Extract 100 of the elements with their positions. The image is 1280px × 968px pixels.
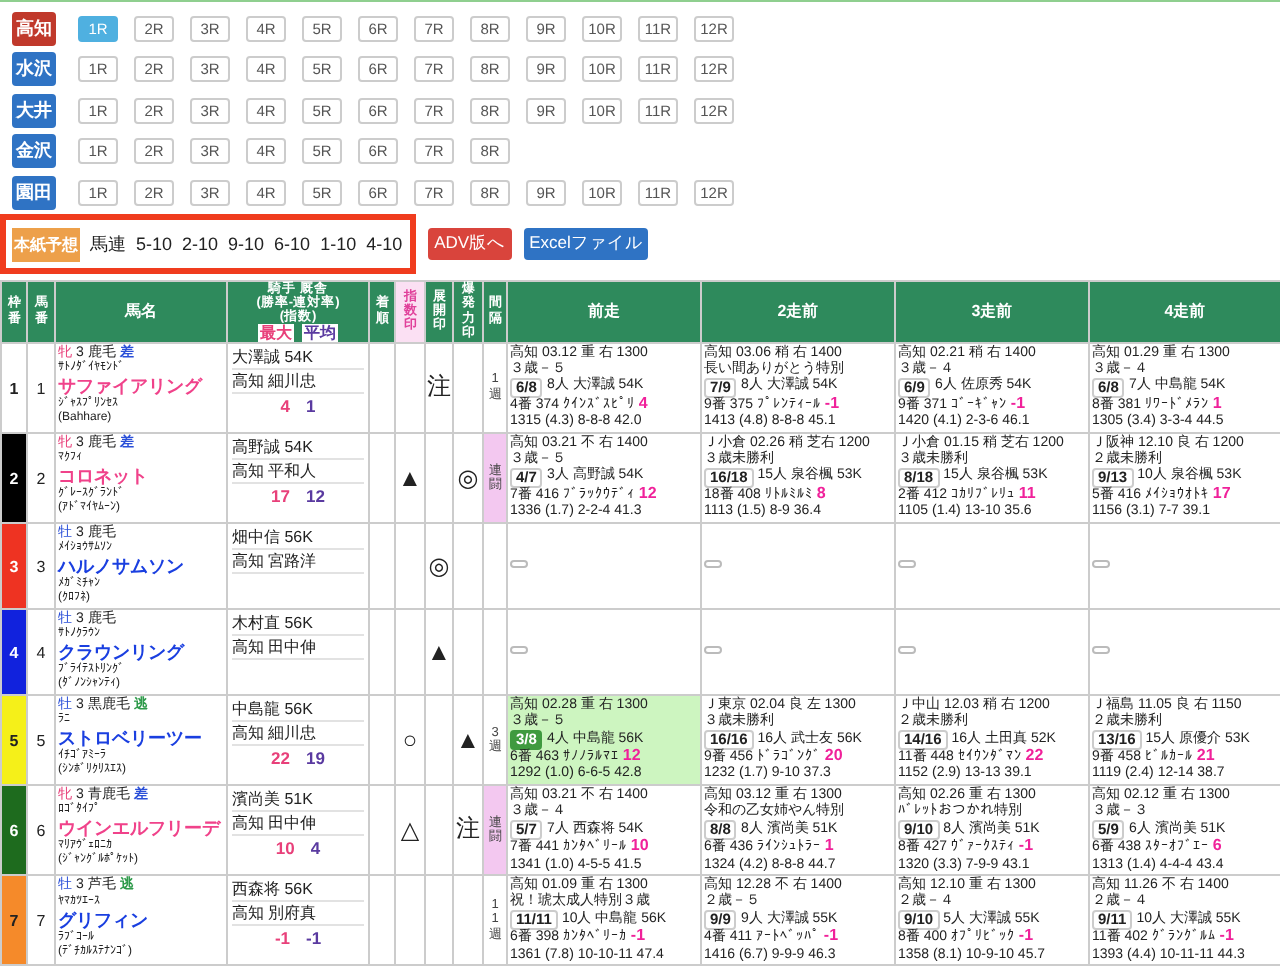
bet-combination: 2-10 bbox=[182, 234, 219, 254]
horse-name[interactable]: ハルノサムソン bbox=[58, 556, 224, 579]
frame-number: 1 bbox=[1, 342, 27, 433]
index-value: -1 bbox=[824, 393, 840, 412]
legend-label: 平均 bbox=[302, 323, 338, 341]
max-index: 17 bbox=[271, 483, 290, 508]
max-index: 22 bbox=[271, 745, 290, 770]
column-header: 4走前 bbox=[1089, 280, 1280, 342]
index-value: 4 bbox=[638, 393, 648, 412]
prediction-mark: ▲ bbox=[427, 637, 451, 666]
trainer-name: 高知 田中伸 bbox=[232, 811, 364, 836]
index-value: 12 bbox=[638, 483, 657, 502]
venue-tab[interactable]: 大井 bbox=[12, 93, 56, 128]
horse-name[interactable]: コロネット bbox=[58, 466, 224, 489]
index-value: 10 bbox=[630, 836, 649, 855]
venue-tab[interactable]: 水沢 bbox=[12, 52, 56, 87]
bet-combination: 6-10 bbox=[274, 234, 311, 254]
prediction-mark: 注 bbox=[427, 372, 451, 401]
jockey-weight: 高野誠 54K bbox=[232, 435, 364, 460]
horse-number: 3 bbox=[27, 522, 55, 609]
bet-combination: 4-10 bbox=[366, 234, 403, 254]
horse-number: 6 bbox=[27, 784, 55, 875]
bet-type: 馬連 bbox=[90, 231, 126, 257]
average-index: 19 bbox=[306, 745, 325, 770]
prediction-label: 本紙予想 bbox=[12, 227, 80, 261]
max-index: 10 bbox=[275, 835, 295, 860]
index-value: -1 bbox=[1018, 926, 1034, 945]
average-index: -1 bbox=[306, 926, 322, 950]
frame-number: 5 bbox=[1, 694, 27, 785]
average-index: 4 bbox=[310, 835, 321, 860]
horse-number: 7 bbox=[27, 875, 55, 966]
jockey-weight: 西森将 56K bbox=[232, 878, 364, 902]
trainer-name: 高知 別府真 bbox=[232, 902, 364, 926]
trainer-name: 高知 平和人 bbox=[232, 459, 364, 484]
trainer-name: 高知 細川忠 bbox=[232, 721, 364, 746]
bet-combination: 1-10 bbox=[320, 234, 357, 254]
frame-number: 3 bbox=[1, 522, 27, 609]
average-index: 1 bbox=[306, 393, 316, 417]
pill-icon bbox=[510, 646, 528, 655]
horse-number: 2 bbox=[27, 432, 55, 523]
column-header: 3走前 bbox=[895, 280, 1089, 342]
index-value: -1 bbox=[1010, 393, 1026, 412]
horse-number: 5 bbox=[27, 694, 55, 785]
pill-icon bbox=[898, 560, 916, 569]
link-button[interactable]: ADV版へ bbox=[428, 228, 512, 260]
index-value: -1 bbox=[1018, 836, 1034, 855]
trainer-name: 高知 細川忠 bbox=[232, 369, 364, 393]
prediction-mark: ◎ bbox=[457, 463, 479, 492]
index-value: 12 bbox=[622, 746, 641, 765]
pill-icon bbox=[704, 560, 722, 569]
horse-name[interactable]: ウインエルフリーデ bbox=[58, 818, 224, 841]
horse-name[interactable]: クラウンリング bbox=[58, 642, 224, 665]
frame-number: 2 bbox=[1, 432, 27, 523]
index-value: -1 bbox=[630, 926, 646, 945]
venue-tab[interactable]: 金沢 bbox=[12, 134, 56, 169]
horse-number: 4 bbox=[27, 608, 55, 695]
frame-number: 4 bbox=[1, 608, 27, 695]
frame-number: 6 bbox=[1, 784, 27, 875]
prediction-mark: ▲ bbox=[456, 725, 480, 754]
jockey-weight: 大澤誠 54K bbox=[232, 345, 364, 369]
index-value: -1 bbox=[1219, 926, 1234, 945]
pill-icon bbox=[1092, 560, 1110, 569]
horse-name[interactable]: ストロベリーツー bbox=[58, 728, 224, 751]
max-index: 4 bbox=[280, 393, 290, 417]
prediction-mark: ▲ bbox=[398, 463, 422, 492]
column-header: 前走 bbox=[507, 280, 701, 342]
column-header: 2走前 bbox=[701, 280, 895, 342]
index-value: 8 bbox=[816, 483, 826, 502]
horse-number: 1 bbox=[27, 342, 55, 433]
venue-tab[interactable]: 園田 bbox=[12, 175, 56, 210]
trainer-name: 高知 宮路洋 bbox=[232, 549, 364, 574]
index-value: 1 bbox=[1212, 393, 1222, 412]
horse-name[interactable]: サファイアリング bbox=[58, 376, 224, 398]
jockey-weight: 中島龍 56K bbox=[232, 697, 364, 722]
column-header: 馬名 bbox=[55, 280, 227, 342]
prediction-mark: ◎ bbox=[428, 551, 450, 580]
pill-icon bbox=[704, 646, 722, 655]
horse-name[interactable]: グリフィン bbox=[58, 909, 224, 931]
prediction-mark: △ bbox=[400, 815, 420, 844]
frame-number: 7 bbox=[1, 875, 27, 966]
index-value: 11 bbox=[1018, 483, 1036, 502]
jockey-weight: 木村直 56K bbox=[232, 611, 364, 636]
max-index: -1 bbox=[274, 926, 290, 950]
pill-icon bbox=[510, 560, 528, 569]
index-value: 21 bbox=[1196, 746, 1215, 765]
pill-icon bbox=[1092, 646, 1110, 655]
index-value: 22 bbox=[1025, 746, 1044, 765]
prediction-mark: ○ bbox=[402, 725, 418, 754]
bet-combination: 5-10 bbox=[136, 234, 173, 254]
index-value: 1 bbox=[824, 836, 834, 855]
index-value: 17 bbox=[1212, 483, 1231, 502]
bet-combination: 9-10 bbox=[228, 234, 265, 254]
jockey-weight: 濱尚美 51K bbox=[232, 787, 364, 812]
prediction-mark: 注 bbox=[456, 814, 480, 843]
jockey-weight: 畑中信 56K bbox=[232, 525, 364, 550]
venue-tab[interactable]: 高知 bbox=[12, 11, 56, 46]
link-button[interactable]: Excelファイル bbox=[523, 228, 649, 260]
index-value: 6 bbox=[1212, 836, 1222, 855]
index-value: -1 bbox=[823, 926, 839, 945]
legend-label: 最大 bbox=[258, 323, 294, 341]
